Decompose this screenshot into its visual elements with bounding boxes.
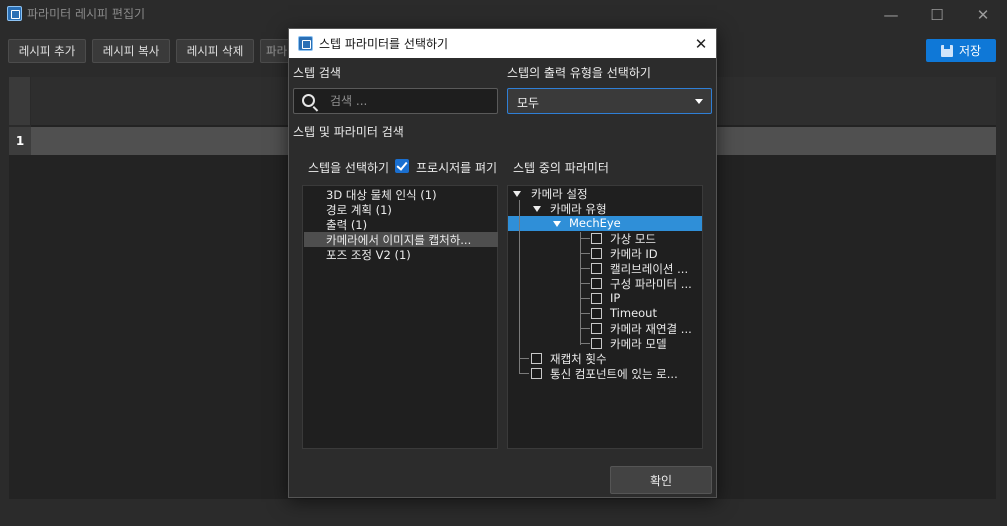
select-step-parameter-dialog: 스텝 파라미터를 선택하기 ✕ 스텝 검색 스텝의 출력 유형을 선택하기 모두… — [288, 28, 717, 498]
tree-node-camera-type[interactable]: 카메라 유형 — [550, 201, 607, 217]
param-checkbox[interactable] — [591, 293, 602, 304]
tree-line — [580, 268, 590, 269]
row-header-strip — [9, 155, 31, 499]
app-icon — [7, 6, 22, 21]
tree-param[interactable]: Timeout — [610, 306, 657, 320]
params-in-step-label: 스텝 중의 파라미터 — [513, 161, 609, 175]
dialog-title: 스텝 파라미터를 선택하기 — [319, 37, 449, 51]
save-button[interactable]: 저장 — [926, 39, 996, 62]
param-checkbox[interactable] — [591, 308, 602, 319]
list-item[interactable]: 출력 (1) — [304, 217, 498, 232]
minimize-button[interactable]: — — [868, 0, 914, 29]
param-checkbox[interactable] — [531, 353, 542, 364]
tree-line — [580, 283, 590, 284]
search-input[interactable] — [330, 93, 490, 109]
list-item[interactable]: 경로 계획 (1) — [304, 202, 498, 217]
tree-line — [580, 238, 590, 239]
chevron-down-icon — [695, 99, 703, 104]
expand-arrow-icon[interactable] — [553, 221, 561, 227]
expand-procedure-label[interactable]: 프로시저를 펴기 — [416, 159, 497, 176]
tree-line — [580, 328, 590, 329]
add-recipe-button[interactable]: 레시피 추가 — [8, 39, 86, 63]
tree-param[interactable]: 가상 모드 — [610, 231, 656, 247]
search-box[interactable] — [293, 88, 498, 114]
row-header[interactable]: 1 — [9, 127, 31, 155]
tree-node-camera-settings[interactable]: 카메라 설정 — [531, 186, 588, 202]
param-checkbox[interactable] — [591, 263, 602, 274]
dialog-app-icon — [298, 36, 313, 51]
dialog-titlebar: 스텝 파라미터를 선택하기 ✕ — [289, 29, 716, 58]
step-list[interactable]: 3D 대상 물체 인식 (1) 경로 계획 (1) 출력 (1) 카메라에서 이… — [302, 185, 498, 449]
select-step-label: 스텝을 선택하기 — [308, 161, 390, 175]
param-checkbox[interactable] — [591, 278, 602, 289]
parameter-tree[interactable]: 카메라 설정 카메라 유형 MechEye 가상 모드 카메라 ID 캘리브레이… — [507, 185, 703, 449]
tree-param[interactable]: 카메라 재연결 ... — [610, 321, 692, 337]
output-type-label: 스텝의 출력 유형을 선택하기 — [507, 66, 651, 80]
tree-node-mecheye[interactable]: MechEye — [569, 216, 621, 230]
expand-arrow-icon[interactable] — [533, 206, 541, 212]
tree-line — [519, 358, 529, 359]
output-type-dropdown[interactable]: 모두 — [507, 88, 712, 114]
delete-recipe-button[interactable]: 레시피 삭제 — [176, 39, 254, 63]
search-icon — [302, 94, 315, 107]
expand-arrow-icon[interactable] — [513, 191, 521, 197]
tree-param[interactable]: 재캡처 횟수 — [550, 351, 607, 367]
copy-recipe-button[interactable]: 레시피 복사 — [92, 39, 170, 63]
dialog-close-button[interactable]: ✕ — [686, 29, 716, 58]
tree-line — [580, 313, 590, 314]
param-checkbox[interactable] — [591, 248, 602, 259]
close-window-button[interactable]: ✕ — [960, 0, 1006, 29]
expand-procedure-checkbox[interactable] — [395, 159, 409, 173]
tree-line — [519, 200, 520, 374]
tree-line — [580, 343, 590, 344]
tree-line — [580, 298, 590, 299]
tree-param[interactable]: 구성 파라미터 ... — [610, 276, 692, 292]
window-title: 파라미터 레시피 편집기 — [27, 7, 146, 21]
param-checkbox[interactable] — [531, 368, 542, 379]
tree-param[interactable]: 통신 컴포넌트에 있는 로... — [550, 366, 678, 382]
save-label: 저장 — [958, 44, 982, 58]
tree-param[interactable]: IP — [610, 291, 620, 305]
list-item-selected[interactable]: 카메라에서 이미지를 캡처하... — [304, 232, 498, 247]
step-param-search-label: 스텝 및 파라미터 검색 — [293, 125, 404, 139]
maximize-button[interactable]: ☐ — [914, 0, 960, 29]
param-checkbox[interactable] — [591, 338, 602, 349]
step-search-label: 스텝 검색 — [293, 66, 341, 80]
table-corner[interactable] — [9, 77, 31, 125]
tree-line — [519, 373, 529, 374]
param-checkbox[interactable] — [591, 233, 602, 244]
tree-param[interactable]: 카메라 ID — [610, 246, 658, 262]
tree-param[interactable]: 캘리브레이션 ... — [610, 261, 688, 277]
ok-button[interactable]: 확인 — [610, 466, 712, 494]
tree-line — [580, 253, 590, 254]
param-checkbox[interactable] — [591, 323, 602, 334]
save-icon — [940, 44, 953, 57]
main-titlebar: 파라미터 레시피 편집기 — ☐ ✕ — [0, 0, 1007, 29]
output-type-value: 모두 — [517, 96, 540, 110]
list-item[interactable]: 포즈 조정 V2 (1) — [304, 247, 498, 262]
list-item[interactable]: 3D 대상 물체 인식 (1) — [304, 187, 498, 202]
tree-param[interactable]: 카메라 모델 — [610, 336, 667, 352]
partial-toolbar-button[interactable]: 파라 — [260, 39, 290, 63]
